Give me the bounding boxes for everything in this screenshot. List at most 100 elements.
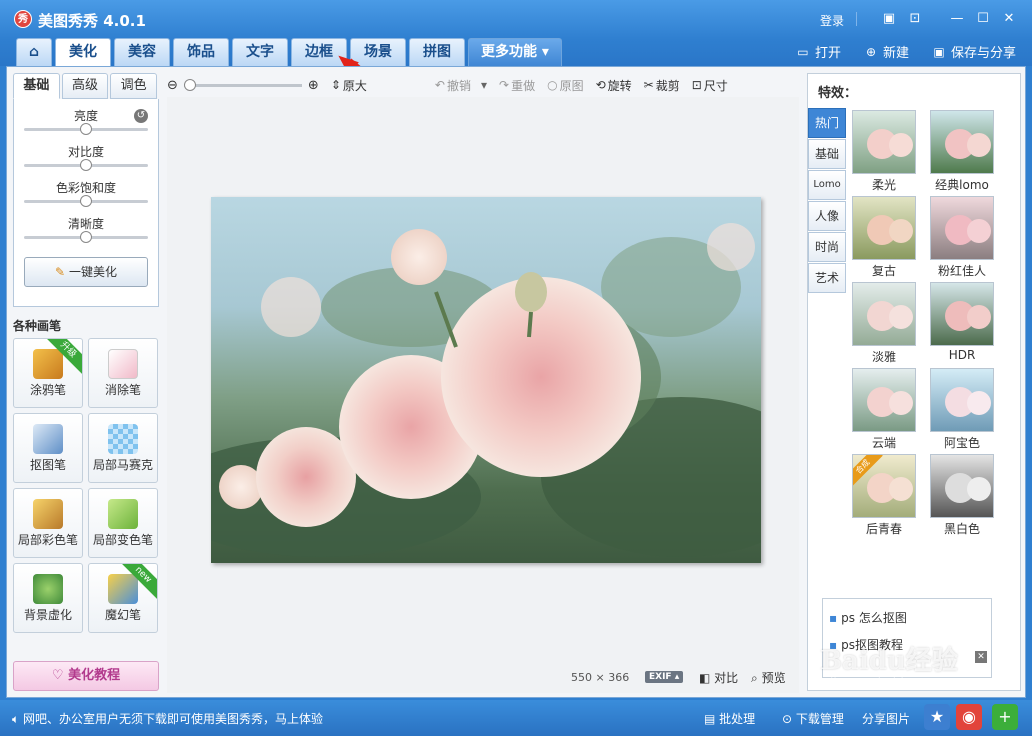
compare-button[interactable]: ◧ 对比 — [699, 669, 738, 686]
tab-accessories[interactable]: 饰品 — [173, 38, 229, 66]
preview-button[interactable]: ⌕ 预览 — [751, 669, 786, 686]
brush-magic[interactable]: new 魔幻笔 — [88, 563, 158, 633]
effect-black-white[interactable]: 黑白色 — [930, 454, 994, 536]
close-icon[interactable]: ✕ — [975, 651, 987, 663]
close-icon[interactable]: ✕ — [1000, 11, 1018, 27]
open-button[interactable]: ▭ 打开 — [795, 42, 841, 62]
brush-cutout[interactable]: 抠图笔 — [13, 413, 83, 483]
app-title: 美图秀秀 4.0.1 — [38, 12, 146, 30]
reset-icon[interactable]: ↺ — [134, 109, 148, 123]
save-share-button[interactable]: ▣ 保存与分享 — [931, 42, 1016, 62]
saturation-slider[interactable] — [24, 195, 148, 207]
tab-collage[interactable]: 拼图 — [409, 38, 465, 66]
batch-process-button[interactable]: ▤ 批处理 — [704, 710, 755, 727]
one-key-beautify-button[interactable]: ✎ 一键美化 — [24, 257, 148, 287]
resize-button[interactable]: ⊡ 尺寸 — [692, 77, 728, 94]
brush-label: 消除笔 — [104, 383, 141, 397]
effect-hdr[interactable]: HDR — [930, 282, 994, 364]
add-icon[interactable]: + — [992, 704, 1018, 730]
brush-label: 背景虚化 — [23, 608, 72, 622]
category-lomo[interactable]: Lomo — [808, 170, 846, 200]
subtab-color[interactable]: 调色 — [110, 73, 158, 99]
category-portrait[interactable]: 人像 — [808, 201, 846, 231]
chevron-down-icon[interactable]: ▾ — [481, 78, 487, 92]
preview-label: 预览 — [761, 671, 786, 685]
bullet-icon: ▪ — [829, 611, 838, 625]
category-hot[interactable]: 热门 — [808, 108, 846, 138]
undo-icon: ↶ — [434, 78, 445, 92]
feedback-icon[interactable]: ▣ — [880, 11, 898, 27]
undo-label: 撤销 — [446, 78, 471, 93]
zoom-knob[interactable] — [183, 78, 196, 91]
effect-thumbnail: 合成 — [852, 454, 916, 518]
related-link[interactable]: ▪ ps 怎么抠图 — [829, 609, 985, 626]
effect-label: 柔光 — [871, 178, 896, 192]
sharpness-slider[interactable] — [24, 231, 148, 243]
redo-button[interactable]: ↷ 重做 — [499, 77, 535, 94]
share-image-button[interactable]: 分享图片 — [862, 710, 910, 727]
brush-local-color[interactable]: 局部彩色笔 — [13, 488, 83, 558]
slider-knob[interactable] — [80, 159, 92, 171]
effect-cloud[interactable]: 云端 — [852, 368, 916, 450]
maximize-icon[interactable]: ☐ — [974, 11, 992, 27]
weibo-icon[interactable]: ◉ — [956, 704, 982, 730]
tab-more-features[interactable]: 更多功能 ▾ — [468, 38, 562, 66]
effect-label: 阿宝色 — [943, 436, 980, 450]
original-button[interactable]: ○ 原图 — [547, 77, 584, 94]
brush-background-blur[interactable]: 背景虚化 — [13, 563, 83, 633]
effect-classic-lomo[interactable]: 经典lomo — [930, 110, 994, 192]
actual-size-button[interactable]: ⇕ 原大 — [331, 77, 367, 94]
undo-button[interactable]: ↶ 撤销 ▾ — [435, 77, 487, 94]
rotate-button[interactable]: ⟲ 旋转 — [596, 77, 632, 94]
speaker-icon: 🔈︎ — [12, 712, 20, 726]
login-link[interactable]: 登录 — [820, 12, 844, 29]
download-manager-button[interactable]: ⊙ 下载管理 — [782, 710, 844, 727]
effect-post-youth[interactable]: 合成 后青春 — [852, 454, 916, 536]
category-art[interactable]: 艺术 — [808, 263, 846, 293]
tab-text[interactable]: 文字 — [232, 38, 288, 66]
canvas-area: 550 × 366 EXIF ▴ ◧ 对比 ⌕ 预览 — [167, 97, 799, 693]
color-brush-icon — [33, 499, 63, 529]
effect-elegant[interactable]: 淡雅 — [852, 282, 916, 364]
brush-graffiti[interactable]: 升级 涂鸦笔 — [13, 338, 83, 408]
status-bar: 🔈︎ 网吧、办公室用户无须下载即可使用美图秀秀，马上体验 ▤ 批处理 ⊙ 下载管… — [0, 700, 1032, 736]
edited-photo[interactable] — [211, 197, 761, 563]
crop-button[interactable]: ✂ 裁剪 — [644, 77, 680, 94]
contrast-slider-row: 对比度 — [24, 143, 148, 179]
slider-knob[interactable] — [80, 123, 92, 135]
batch-icon: ▤ — [704, 712, 716, 726]
tab-beauty[interactable]: 美容 — [114, 38, 170, 66]
exif-button[interactable]: EXIF ▴ — [645, 671, 684, 683]
status-message-text: 网吧、办公室用户无须下载即可使用美图秀秀，马上体验 — [23, 712, 324, 726]
brush-local-recolor[interactable]: 局部变色笔 — [88, 488, 158, 558]
brush-local-mosaic[interactable]: 局部马赛克 — [88, 413, 158, 483]
star-icon[interactable]: ★ — [924, 704, 950, 730]
status-message[interactable]: 🔈︎ 网吧、办公室用户无须下载即可使用美图秀秀，马上体验 — [12, 710, 323, 727]
skin-icon[interactable]: ⊡ — [906, 11, 924, 27]
slider-knob[interactable] — [80, 231, 92, 243]
minimize-icon[interactable]: — — [948, 11, 966, 27]
tab-beautify[interactable]: 美化 — [55, 38, 111, 67]
subtab-basic[interactable]: 基础 — [13, 73, 60, 99]
new-button[interactable]: ⊕ 新建 — [863, 42, 909, 62]
effect-abao-color[interactable]: 阿宝色 — [930, 368, 994, 450]
slider-knob[interactable] — [80, 195, 92, 207]
related-link-text: ps 怎么抠图 — [841, 611, 907, 625]
effect-retro[interactable]: 复古 — [852, 196, 916, 278]
subtab-advanced[interactable]: 高级 — [61, 73, 109, 99]
category-fashion[interactable]: 时尚 — [808, 232, 846, 262]
tab-home[interactable]: ⌂ — [16, 38, 52, 66]
category-basic[interactable]: 基础 — [808, 139, 846, 169]
brightness-slider[interactable] — [24, 123, 148, 135]
zoom-out-icon[interactable]: ⊖ — [167, 78, 178, 93]
brush-eraser[interactable]: 消除笔 — [88, 338, 158, 408]
zoom-in-icon[interactable]: ⊕ — [308, 78, 319, 93]
effect-soft-light[interactable]: 柔光 — [852, 110, 916, 192]
contrast-slider[interactable] — [24, 159, 148, 171]
zoom-slider[interactable] — [183, 78, 302, 91]
beautify-tutorial-button[interactable]: ♡ 美化教程 — [13, 661, 159, 691]
resize-label: 尺寸 — [703, 78, 728, 93]
effect-thumbnail — [852, 282, 916, 346]
brush-label: 局部变色笔 — [92, 533, 153, 547]
effect-pink-beauty[interactable]: 粉红佳人 — [930, 196, 994, 278]
